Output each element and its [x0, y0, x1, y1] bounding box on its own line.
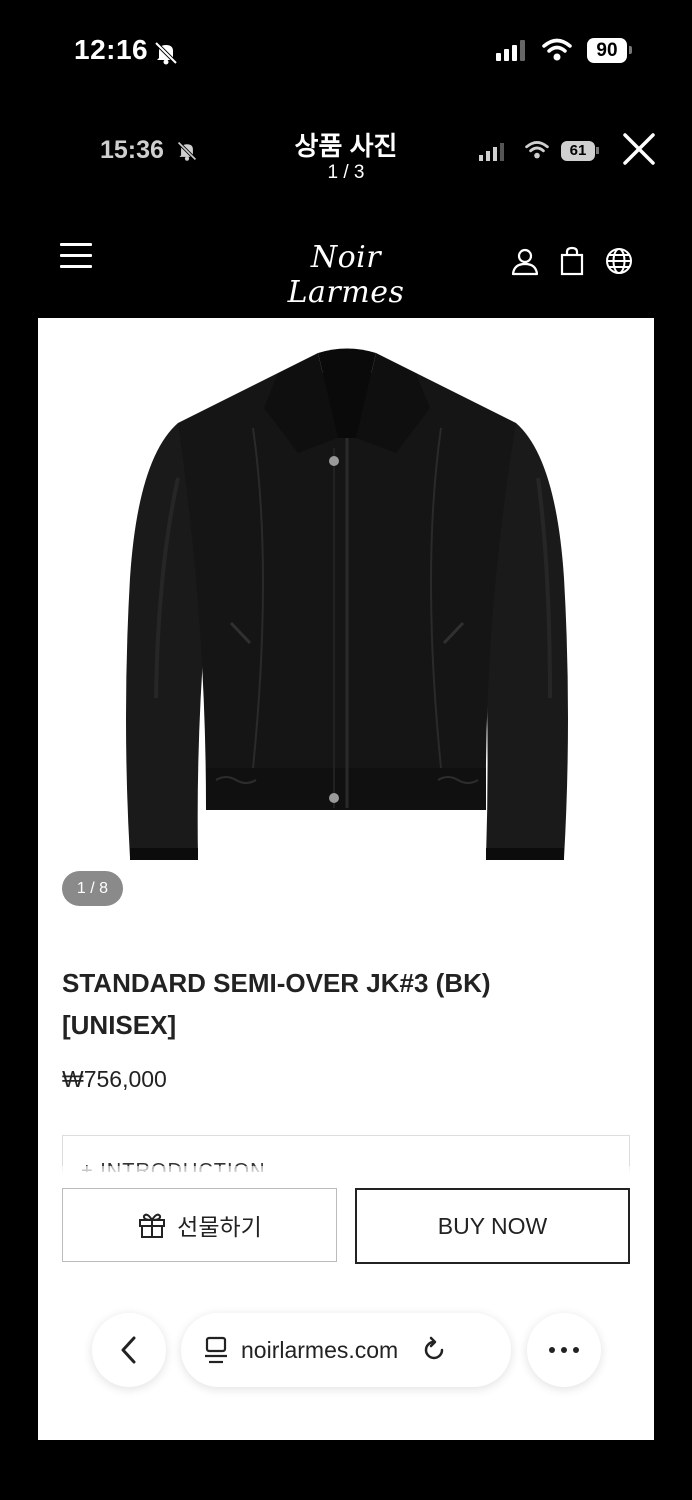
buy-now-label: BUY NOW — [437, 1212, 548, 1239]
viewer-title: 상품 사진 — [294, 131, 398, 161]
site-logo[interactable]: Noir Larmes — [248, 240, 444, 310]
menu-icon[interactable] — [60, 243, 92, 273]
gift-button-label: 선물하기 — [177, 1214, 262, 1240]
more-button[interactable] — [527, 1313, 601, 1387]
back-chevron-icon — [121, 1336, 136, 1364]
address-bar[interactable]: noirlarmes.com — [181, 1313, 511, 1387]
back-button[interactable] — [92, 1313, 166, 1387]
product-image[interactable] — [38, 318, 654, 918]
bell-muted-icon — [154, 41, 178, 65]
reader-icon[interactable] — [203, 1335, 229, 1365]
bell-muted-icon — [177, 141, 197, 161]
viewer-counter: 1 / 3 — [327, 162, 365, 183]
shopping-bag-icon[interactable] — [557, 246, 587, 276]
signal-icon — [479, 143, 504, 161]
product-title: STANDARD SEMI-OVER JK#3 (BK) [UNISEX] — [62, 962, 622, 1046]
buy-now-button[interactable]: BUY NOW — [355, 1188, 630, 1264]
signal-icon — [496, 40, 525, 61]
wifi-icon — [542, 38, 572, 61]
gift-icon — [139, 1213, 166, 1238]
product-title-line1: STANDARD SEMI-OVER JK#3 (BK) — [62, 968, 491, 998]
wifi-icon — [525, 141, 549, 159]
battery-icon: 61 — [561, 141, 595, 161]
globe-icon[interactable] — [604, 246, 634, 276]
user-icon[interactable] — [510, 246, 540, 276]
battery-tip — [629, 46, 632, 54]
battery-icon: 90 — [587, 38, 627, 63]
url-text[interactable]: noirlarmes.com — [241, 1337, 398, 1364]
bottom-fade — [38, 1166, 654, 1180]
outer-status-time: 12:16 — [74, 34, 149, 65]
inner-status-time: 15:36 — [100, 136, 164, 164]
gift-button[interactable]: 선물하기 — [62, 1188, 337, 1262]
close-icon[interactable] — [620, 130, 658, 168]
reload-icon[interactable] — [420, 1336, 448, 1364]
product-title-line2: [UNISEX] — [62, 1010, 177, 1040]
product-price: ₩756,000 — [62, 1066, 167, 1092]
more-icon — [549, 1347, 579, 1353]
photo-counter-badge: 1 / 8 — [62, 871, 123, 906]
battery-tip — [596, 147, 599, 154]
